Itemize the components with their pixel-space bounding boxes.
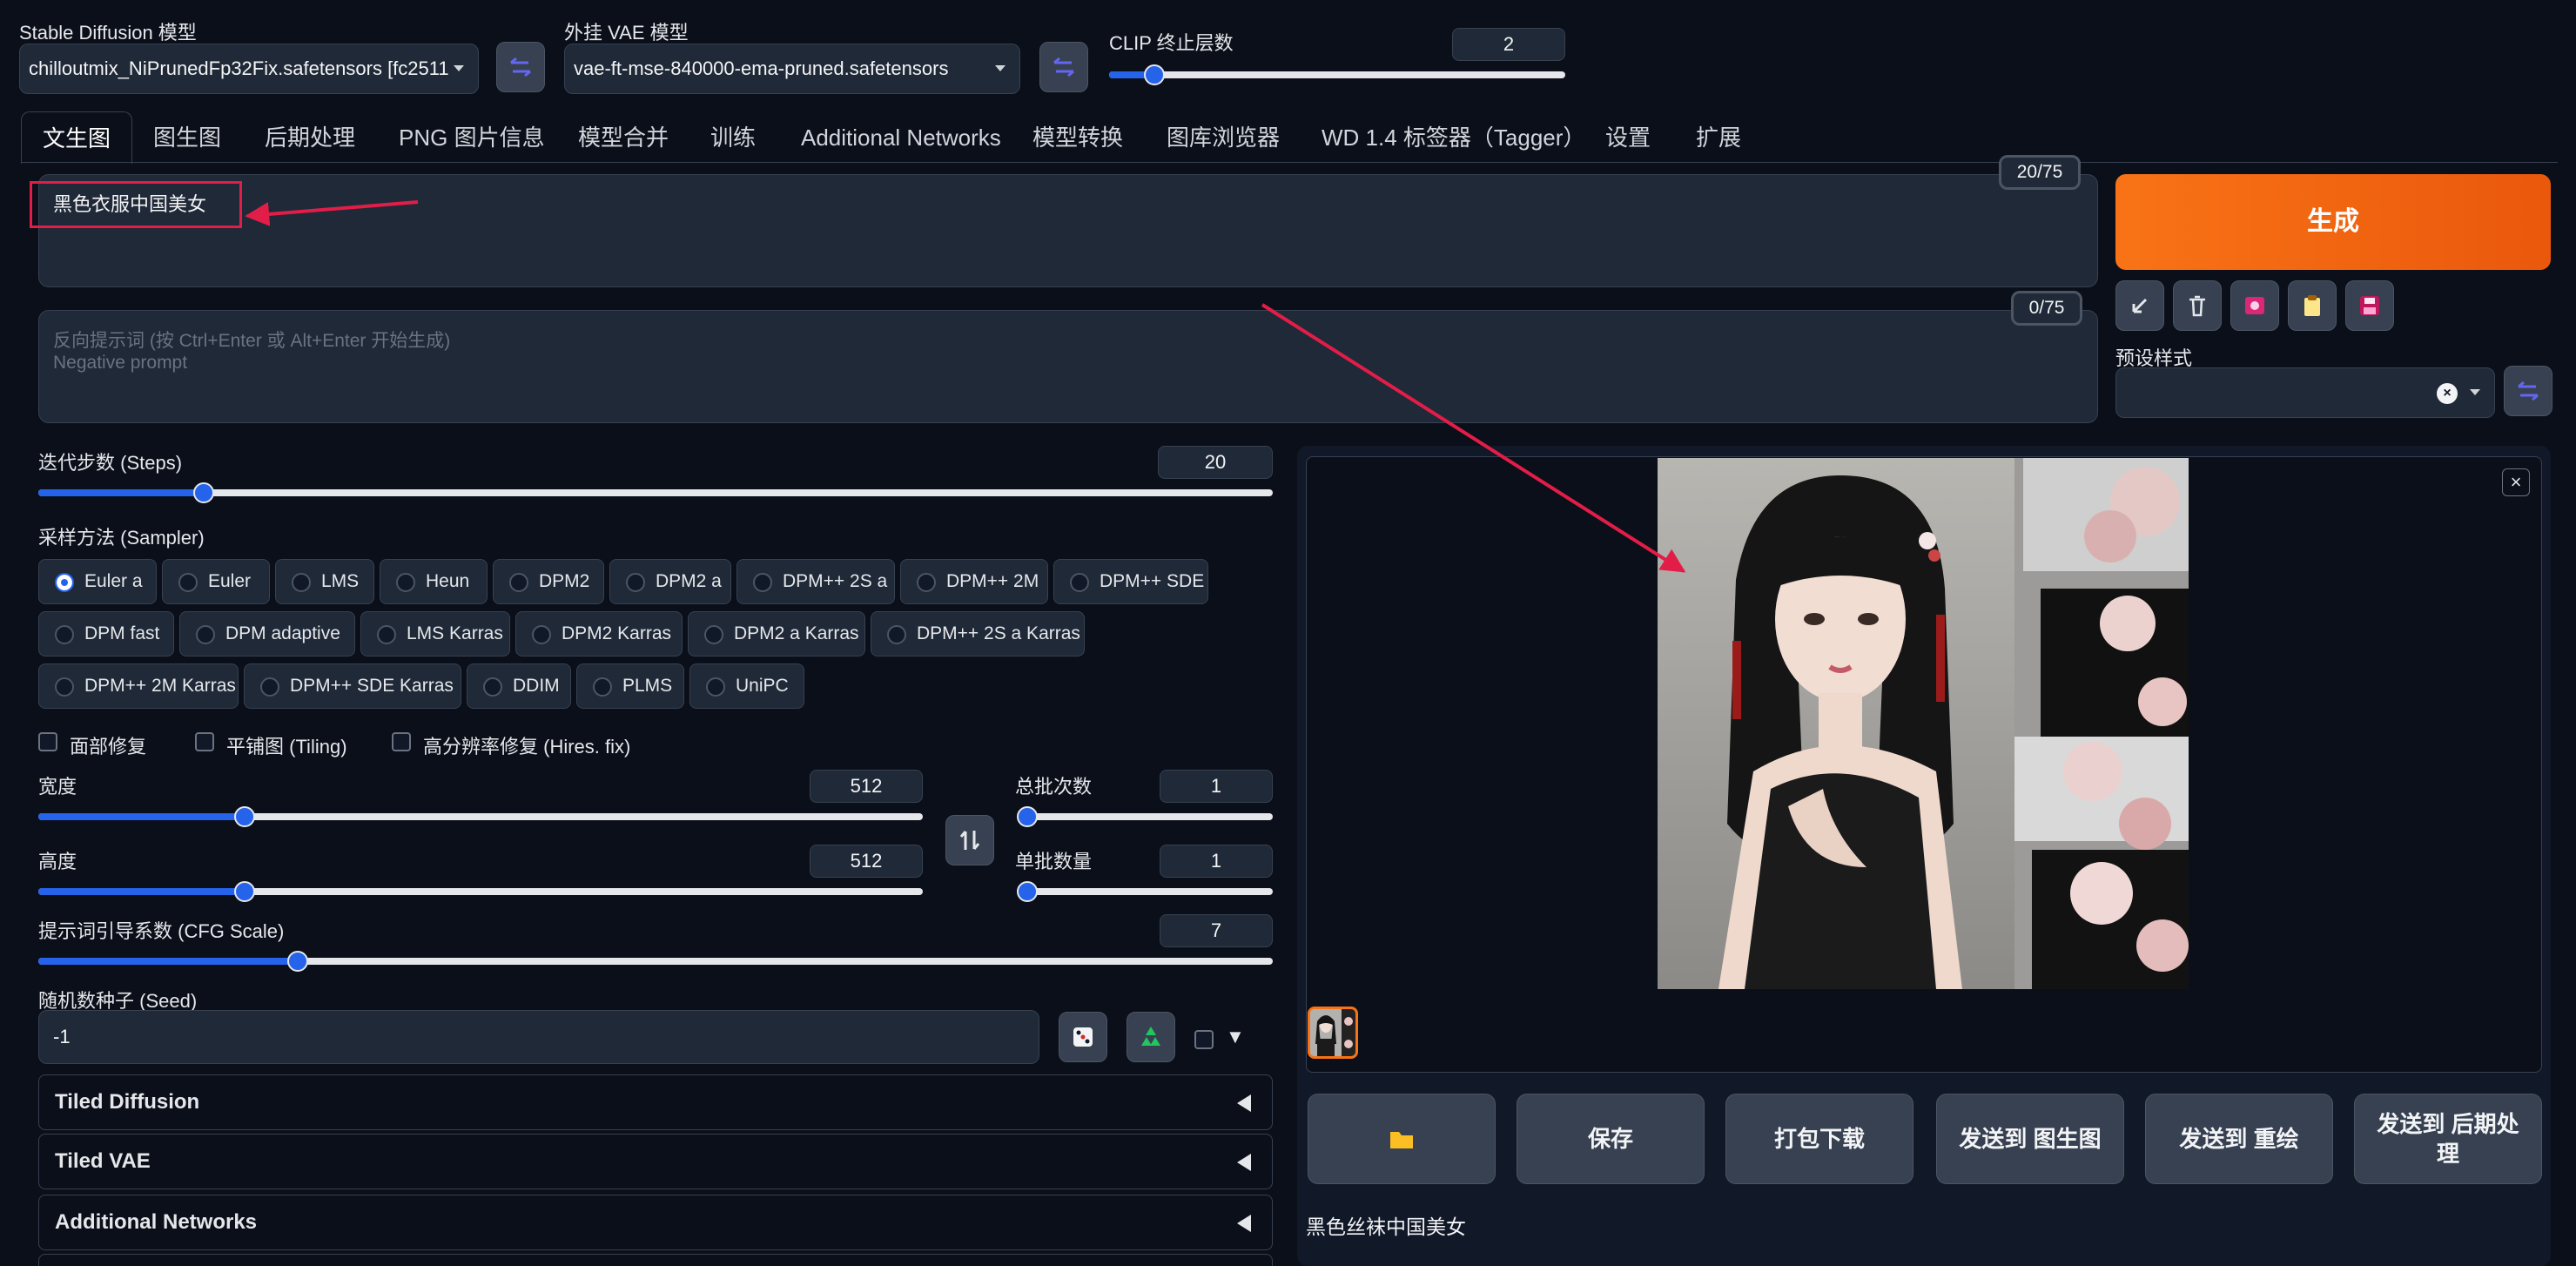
annotation-arrow (245, 200, 419, 226)
annotation-arrows (245, 200, 1686, 573)
annotation-arrow (1261, 303, 1686, 573)
